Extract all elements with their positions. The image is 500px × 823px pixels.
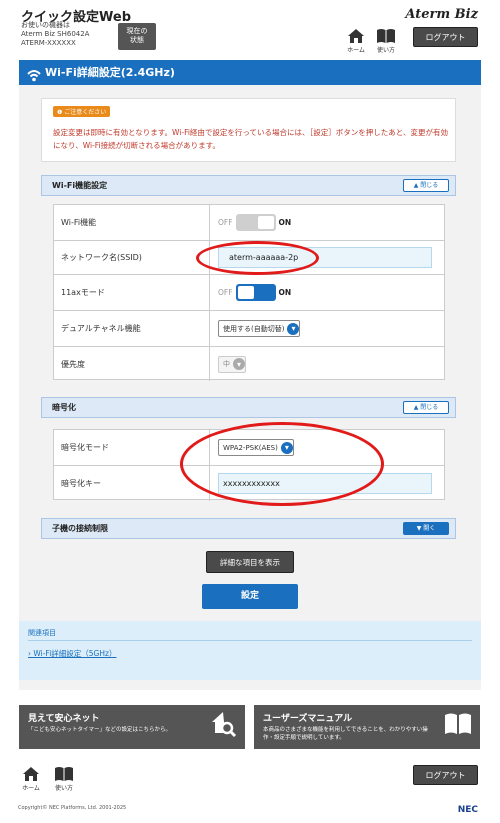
priority-label: 優先度: [54, 347, 210, 381]
notice-tag: ❶ ご注意ください: [53, 106, 111, 117]
device-model: Aterm Biz SH6042A: [21, 30, 90, 38]
users-manual-card[interactable]: ユーザーズマニュアル 本商品のさまざまな機能を利用してできることを、わかりやすい…: [254, 705, 480, 749]
wifi-function-label: Wi-Fi機能: [54, 205, 210, 240]
ssid-label: ネットワーク名(SSID): [54, 241, 210, 274]
dual-channel-select[interactable]: 使用する(自動切替) ▾: [218, 320, 301, 337]
copyright: Copyright© NEC Platforms, Ltd. 2001-2025: [18, 805, 127, 811]
chevron-down-icon: ▾: [287, 322, 300, 335]
annotation-circle-encryption: [180, 422, 384, 506]
home-label: ホーム: [347, 47, 365, 54]
table-row: 11axモード OFF ON: [54, 275, 444, 311]
show-details-button[interactable]: 詳細な項目を表示: [206, 551, 294, 573]
related-panel: 関連項目 › Wi-Fi詳細設定（5GHz）: [19, 621, 481, 680]
nec-logo: NEC: [457, 805, 478, 815]
home-search-icon: [211, 711, 237, 743]
notice-text: 設定変更は即時に有効となります。Wi-Fi経由で設定を行っている場合には、［設定…: [53, 128, 448, 150]
client-limit-open-button[interactable]: ▼ 開く: [403, 522, 449, 535]
brand-logo: Aterm Biz: [405, 7, 478, 22]
11ax-mode-label: 11axモード: [54, 275, 210, 310]
card-title: 見えて安心ネット: [28, 714, 100, 724]
wifi-section-header: Wi-Fi機能設定 ▲ 閉じる: [41, 175, 456, 196]
encryption-section-header: 暗号化 ▲ 閉じる: [41, 397, 456, 418]
card-title: ユーザーズマニュアル: [263, 714, 353, 724]
chevron-up-icon: ▲: [413, 182, 419, 189]
chevron-down-icon: ▼: [416, 525, 422, 532]
book-icon: [373, 27, 399, 45]
home-icon: [18, 765, 44, 783]
wifi-settings-table: Wi-Fi機能 OFF ON ネットワーク名(SSID) aterm-aaaaa…: [53, 204, 445, 381]
device-label: お使いの機器は: [21, 21, 70, 29]
table-row: デュアルチャネル機能 使用する(自動切替) ▾: [54, 311, 444, 347]
wifi-function-toggle[interactable]: OFF ON: [218, 205, 444, 240]
encryption-section-close-button[interactable]: ▲ 閉じる: [403, 401, 449, 414]
manual-nav[interactable]: 使い方: [373, 27, 399, 54]
11ax-mode-toggle[interactable]: OFF ON: [218, 275, 444, 310]
card-desc: 「こども安心ネットタイマー」などの設定はこちらから。: [28, 727, 172, 733]
home-icon: [343, 27, 369, 45]
footer-manual-nav[interactable]: 使い方: [51, 765, 77, 792]
table-row: 優先度 中 ▾: [54, 347, 444, 381]
home-nav[interactable]: ホーム: [343, 27, 369, 54]
manual-label: 使い方: [376, 47, 395, 54]
priority-select: 中 ▾: [218, 355, 246, 373]
table-row: Wi-Fi機能 OFF ON: [54, 205, 444, 241]
device-id: ATERM-XXXXXX: [21, 39, 76, 47]
chevron-down-icon: ▾: [233, 358, 245, 370]
client-limit-section-title: 子機の接続制限: [52, 524, 108, 533]
footer-logout-button[interactable]: ログアウト: [413, 765, 478, 785]
current-status-button[interactable]: 現在の 状態: [118, 23, 156, 50]
wifi-section-title: Wi-Fi機能設定: [52, 181, 108, 190]
page-title: Wi-Fi詳細設定(2.4GHz): [45, 66, 175, 79]
dual-channel-label: デュアルチャネル機能: [54, 311, 210, 346]
book-icon: [444, 713, 472, 739]
footer-home-nav[interactable]: ホーム: [18, 765, 44, 792]
related-link-5ghz[interactable]: › Wi-Fi詳細設定（5GHz）: [28, 648, 116, 659]
related-title: 関連項目: [28, 629, 56, 637]
home-label: ホーム: [22, 785, 40, 792]
mieru-anshin-card[interactable]: 見えて安心ネット 「こども安心ネットタイマー」などの設定はこちらから。: [19, 705, 245, 749]
wifi-section-close-button[interactable]: ▲ 閉じる: [403, 179, 449, 192]
annotation-circle-ssid: [196, 241, 319, 275]
logout-button[interactable]: ログアウト: [413, 27, 478, 47]
client-limit-section-header: 子機の接続制限 ▼ 開く: [41, 518, 456, 539]
apply-button[interactable]: 設定: [202, 584, 298, 609]
manual-label: 使い方: [54, 785, 73, 792]
card-desc: 本商品のさまざまな機能を利用してできることを、わかりやすい操作・設定手順で説明し…: [263, 727, 428, 741]
book-icon: [51, 765, 77, 783]
page-title-banner: Wi-Fi詳細設定(2.4GHz): [19, 60, 481, 85]
chevron-up-icon: ▲: [413, 404, 419, 411]
encryption-section-title: 暗号化: [52, 403, 76, 412]
